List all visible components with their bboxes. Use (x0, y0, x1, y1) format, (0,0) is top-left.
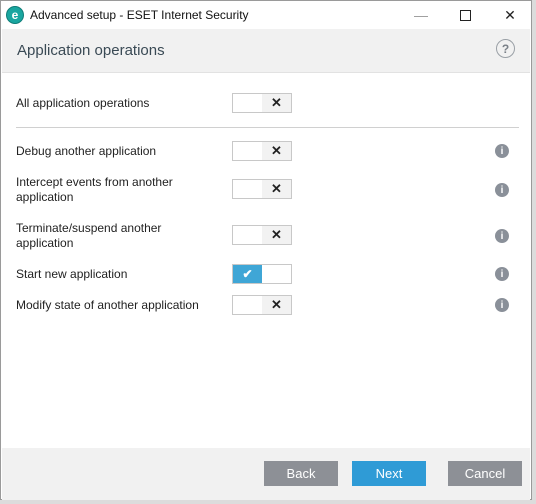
toggle-right (262, 265, 291, 283)
toggle-off-icon: ✕ (262, 296, 291, 314)
modify-state-toggle[interactable]: ✕ (232, 295, 292, 315)
title-bar[interactable]: e Advanced setup - ESET Internet Securit… (1, 1, 531, 29)
minimize-button[interactable]: — (398, 1, 444, 29)
setting-label: Terminate/suspend another application (16, 221, 162, 250)
info-icon[interactable]: i (495, 144, 509, 158)
toggle-left (233, 226, 262, 244)
divider (16, 127, 519, 128)
section-header: Application operations ? (2, 29, 530, 73)
toggle-off-icon: ✕ (262, 226, 291, 244)
back-button[interactable]: Back (264, 461, 338, 486)
help-button[interactable]: ? (496, 39, 515, 58)
maximize-button[interactable] (442, 1, 488, 29)
setting-label: Start new application (16, 267, 128, 281)
setting-label: Debug another application (16, 144, 157, 158)
footer-bar: Back Next Cancel (2, 448, 530, 500)
toggle-on-icon: ✔ (233, 265, 262, 283)
terminate-toggle[interactable]: ✕ (232, 225, 292, 245)
toggle-left (233, 180, 262, 198)
info-icon[interactable]: i (495, 229, 509, 243)
page-title: Application operations (17, 42, 165, 59)
advanced-setup-window: e Advanced setup - ESET Internet Securit… (0, 0, 532, 500)
toggle-off-icon: ✕ (262, 142, 291, 160)
toggle-off-icon: ✕ (262, 94, 291, 112)
intercept-toggle[interactable]: ✕ (232, 179, 292, 199)
toggle-off-icon: ✕ (262, 180, 291, 198)
close-button[interactable]: ✕ (487, 1, 533, 29)
eset-logo-icon: e (6, 6, 24, 24)
maximize-icon (459, 9, 471, 21)
window-title: Advanced setup - ESET Internet Security (30, 8, 249, 22)
toggle-left (233, 296, 262, 314)
setting-label: Modify state of another application (16, 298, 199, 312)
setting-label: Intercept events from another applicatio… (16, 175, 173, 204)
info-icon[interactable]: i (495, 267, 509, 281)
toggle-left (233, 94, 262, 112)
start-new-toggle[interactable]: ✔ (232, 264, 292, 284)
setting-label: All application operations (16, 96, 150, 110)
next-button[interactable]: Next (352, 461, 426, 486)
debug-toggle[interactable]: ✕ (232, 141, 292, 161)
all-operations-toggle[interactable]: ✕ (232, 93, 292, 113)
toggle-left (233, 142, 262, 160)
cancel-button[interactable]: Cancel (448, 461, 522, 486)
info-icon[interactable]: i (495, 183, 509, 197)
info-icon[interactable]: i (495, 298, 509, 312)
